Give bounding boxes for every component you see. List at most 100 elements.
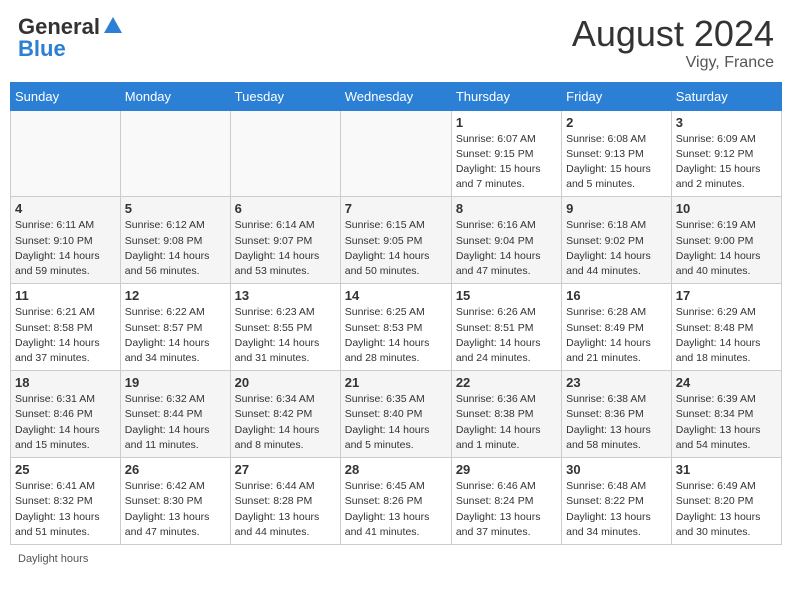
- day-number: 20: [235, 375, 336, 390]
- calendar-week-row: 25 Sunrise: 6:41 AM Sunset: 8:32 PM Dayli…: [11, 458, 782, 545]
- day-number: 1: [456, 115, 557, 130]
- calendar-day-cell: 20 Sunrise: 6:34 AM Sunset: 8:42 PM Dayli…: [230, 371, 340, 458]
- day-info: Sunrise: 6:16 AM Sunset: 9:04 PM Dayligh…: [456, 218, 557, 279]
- day-number: 8: [456, 201, 557, 216]
- day-info: Sunrise: 6:23 AM Sunset: 8:55 PM Dayligh…: [235, 305, 336, 366]
- logo-blue: Blue: [18, 36, 66, 62]
- calendar-day-cell: 9 Sunrise: 6:18 AM Sunset: 9:02 PM Daylig…: [562, 197, 672, 284]
- day-info: Sunrise: 6:44 AM Sunset: 8:28 PM Dayligh…: [235, 479, 336, 540]
- calendar-day-cell: 14 Sunrise: 6:25 AM Sunset: 8:53 PM Dayli…: [340, 284, 451, 371]
- day-number: 3: [676, 115, 777, 130]
- daylight-hours-label: Daylight hours: [18, 553, 88, 565]
- calendar-day-cell: 25 Sunrise: 6:41 AM Sunset: 8:32 PM Dayli…: [11, 458, 121, 545]
- day-info: Sunrise: 6:07 AM Sunset: 9:15 PM Dayligh…: [456, 132, 557, 193]
- calendar-day-cell: 13 Sunrise: 6:23 AM Sunset: 8:55 PM Dayli…: [230, 284, 340, 371]
- calendar-day-cell: 7 Sunrise: 6:15 AM Sunset: 9:05 PM Daylig…: [340, 197, 451, 284]
- calendar-day-header: Wednesday: [340, 82, 451, 110]
- day-number: 7: [345, 201, 447, 216]
- day-info: Sunrise: 6:45 AM Sunset: 8:26 PM Dayligh…: [345, 479, 447, 540]
- day-number: 18: [15, 375, 116, 390]
- calendar-day-cell: 29Sunrise: 6:46 AM Sunset: 8:24 PM Dayli…: [451, 458, 561, 545]
- calendar-day-cell: [120, 110, 230, 197]
- calendar-day-cell: 11Sunrise: 6:21 AM Sunset: 8:58 PM Dayli…: [11, 284, 121, 371]
- title-area: August 2024 Vigy, France: [572, 14, 774, 72]
- calendar-day-cell: 21 Sunrise: 6:35 AM Sunset: 8:40 PM Dayli…: [340, 371, 451, 458]
- calendar-day-header: Monday: [120, 82, 230, 110]
- day-number: 28: [345, 462, 447, 477]
- day-info: Sunrise: 6:09 AM Sunset: 9:12 PM Dayligh…: [676, 132, 777, 193]
- day-number: 10: [676, 201, 777, 216]
- day-number: 17: [676, 288, 777, 303]
- day-info: Sunrise: 6:19 AM Sunset: 9:00 PM Dayligh…: [676, 218, 777, 279]
- calendar-day-cell: 1 Sunrise: 6:07 AM Sunset: 9:15 PM Daylig…: [451, 110, 561, 197]
- calendar-day-cell: 2 Sunrise: 6:08 AM Sunset: 9:13 PM Daylig…: [562, 110, 672, 197]
- calendar-day-cell: 8 Sunrise: 6:16 AM Sunset: 9:04 PM Daylig…: [451, 197, 561, 284]
- calendar-week-row: 11Sunrise: 6:21 AM Sunset: 8:58 PM Dayli…: [11, 284, 782, 371]
- calendar-day-cell: 6Sunrise: 6:14 AM Sunset: 9:07 PM Daylig…: [230, 197, 340, 284]
- day-info: Sunrise: 6:32 AM Sunset: 8:44 PM Dayligh…: [125, 392, 226, 453]
- calendar-day-header: Tuesday: [230, 82, 340, 110]
- page-header: General Blue August 2024 Vigy, France: [10, 10, 782, 76]
- footer-note: Daylight hours: [10, 551, 782, 567]
- calendar-day-cell: 19 Sunrise: 6:32 AM Sunset: 8:44 PM Dayli…: [120, 371, 230, 458]
- day-info: Sunrise: 6:25 AM Sunset: 8:53 PM Dayligh…: [345, 305, 447, 366]
- calendar-day-cell: 26Sunrise: 6:42 AM Sunset: 8:30 PM Dayli…: [120, 458, 230, 545]
- calendar-day-cell: 12 Sunrise: 6:22 AM Sunset: 8:57 PM Dayli…: [120, 284, 230, 371]
- month-title: August 2024: [572, 14, 774, 54]
- day-info: Sunrise: 6:39 AM Sunset: 8:34 PM Dayligh…: [676, 392, 777, 453]
- day-number: 2: [566, 115, 667, 130]
- day-info: Sunrise: 6:14 AM Sunset: 9:07 PM Dayligh…: [235, 218, 336, 279]
- day-number: 22: [456, 375, 557, 390]
- day-number: 19: [125, 375, 226, 390]
- day-number: 29: [456, 462, 557, 477]
- day-number: 12: [125, 288, 226, 303]
- calendar-week-row: 1 Sunrise: 6:07 AM Sunset: 9:15 PM Daylig…: [11, 110, 782, 197]
- day-info: Sunrise: 6:22 AM Sunset: 8:57 PM Dayligh…: [125, 305, 226, 366]
- calendar-day-cell: 31Sunrise: 6:49 AM Sunset: 8:20 PM Dayli…: [671, 458, 781, 545]
- calendar-day-cell: 16Sunrise: 6:28 AM Sunset: 8:49 PM Dayli…: [562, 284, 672, 371]
- calendar-week-row: 4Sunrise: 6:11 AM Sunset: 9:10 PM Daylig…: [11, 197, 782, 284]
- day-info: Sunrise: 6:34 AM Sunset: 8:42 PM Dayligh…: [235, 392, 336, 453]
- calendar-day-header: Saturday: [671, 82, 781, 110]
- calendar-day-cell: 5Sunrise: 6:12 AM Sunset: 9:08 PM Daylig…: [120, 197, 230, 284]
- calendar-day-cell: 24 Sunrise: 6:39 AM Sunset: 8:34 PM Dayli…: [671, 371, 781, 458]
- calendar-day-cell: [11, 110, 121, 197]
- calendar-week-row: 18Sunrise: 6:31 AM Sunset: 8:46 PM Dayli…: [11, 371, 782, 458]
- calendar-day-cell: 27Sunrise: 6:44 AM Sunset: 8:28 PM Dayli…: [230, 458, 340, 545]
- calendar-day-cell: 17 Sunrise: 6:29 AM Sunset: 8:48 PM Dayli…: [671, 284, 781, 371]
- calendar-day-cell: [230, 110, 340, 197]
- logo: General Blue: [18, 14, 124, 62]
- day-info: Sunrise: 6:12 AM Sunset: 9:08 PM Dayligh…: [125, 218, 226, 279]
- day-info: Sunrise: 6:29 AM Sunset: 8:48 PM Dayligh…: [676, 305, 777, 366]
- day-info: Sunrise: 6:41 AM Sunset: 8:32 PM Dayligh…: [15, 479, 116, 540]
- day-info: Sunrise: 6:21 AM Sunset: 8:58 PM Dayligh…: [15, 305, 116, 366]
- day-info: Sunrise: 6:18 AM Sunset: 9:02 PM Dayligh…: [566, 218, 667, 279]
- day-info: Sunrise: 6:15 AM Sunset: 9:05 PM Dayligh…: [345, 218, 447, 279]
- day-number: 15: [456, 288, 557, 303]
- day-number: 25: [15, 462, 116, 477]
- day-number: 31: [676, 462, 777, 477]
- calendar-day-cell: [340, 110, 451, 197]
- calendar-day-cell: 30 Sunrise: 6:48 AM Sunset: 8:22 PM Dayli…: [562, 458, 672, 545]
- day-info: Sunrise: 6:35 AM Sunset: 8:40 PM Dayligh…: [345, 392, 447, 453]
- day-info: Sunrise: 6:26 AM Sunset: 8:51 PM Dayligh…: [456, 305, 557, 366]
- day-number: 30: [566, 462, 667, 477]
- calendar-day-cell: 18Sunrise: 6:31 AM Sunset: 8:46 PM Dayli…: [11, 371, 121, 458]
- calendar-day-cell: 22 Sunrise: 6:36 AM Sunset: 8:38 PM Dayli…: [451, 371, 561, 458]
- calendar-header-row: SundayMondayTuesdayWednesdayThursdayFrid…: [11, 82, 782, 110]
- location: Vigy, France: [572, 54, 774, 72]
- day-number: 9: [566, 201, 667, 216]
- calendar-day-cell: 4Sunrise: 6:11 AM Sunset: 9:10 PM Daylig…: [11, 197, 121, 284]
- day-number: 13: [235, 288, 336, 303]
- calendar-day-cell: 15 Sunrise: 6:26 AM Sunset: 8:51 PM Dayli…: [451, 284, 561, 371]
- day-number: 14: [345, 288, 447, 303]
- calendar-day-header: Sunday: [11, 82, 121, 110]
- day-info: Sunrise: 6:48 AM Sunset: 8:22 PM Dayligh…: [566, 479, 667, 540]
- day-info: Sunrise: 6:08 AM Sunset: 9:13 PM Dayligh…: [566, 132, 667, 193]
- day-number: 21: [345, 375, 447, 390]
- calendar-day-cell: 28 Sunrise: 6:45 AM Sunset: 8:26 PM Dayli…: [340, 458, 451, 545]
- calendar: SundayMondayTuesdayWednesdayThursdayFrid…: [10, 82, 782, 545]
- calendar-day-header: Thursday: [451, 82, 561, 110]
- day-number: 24: [676, 375, 777, 390]
- day-info: Sunrise: 6:36 AM Sunset: 8:38 PM Dayligh…: [456, 392, 557, 453]
